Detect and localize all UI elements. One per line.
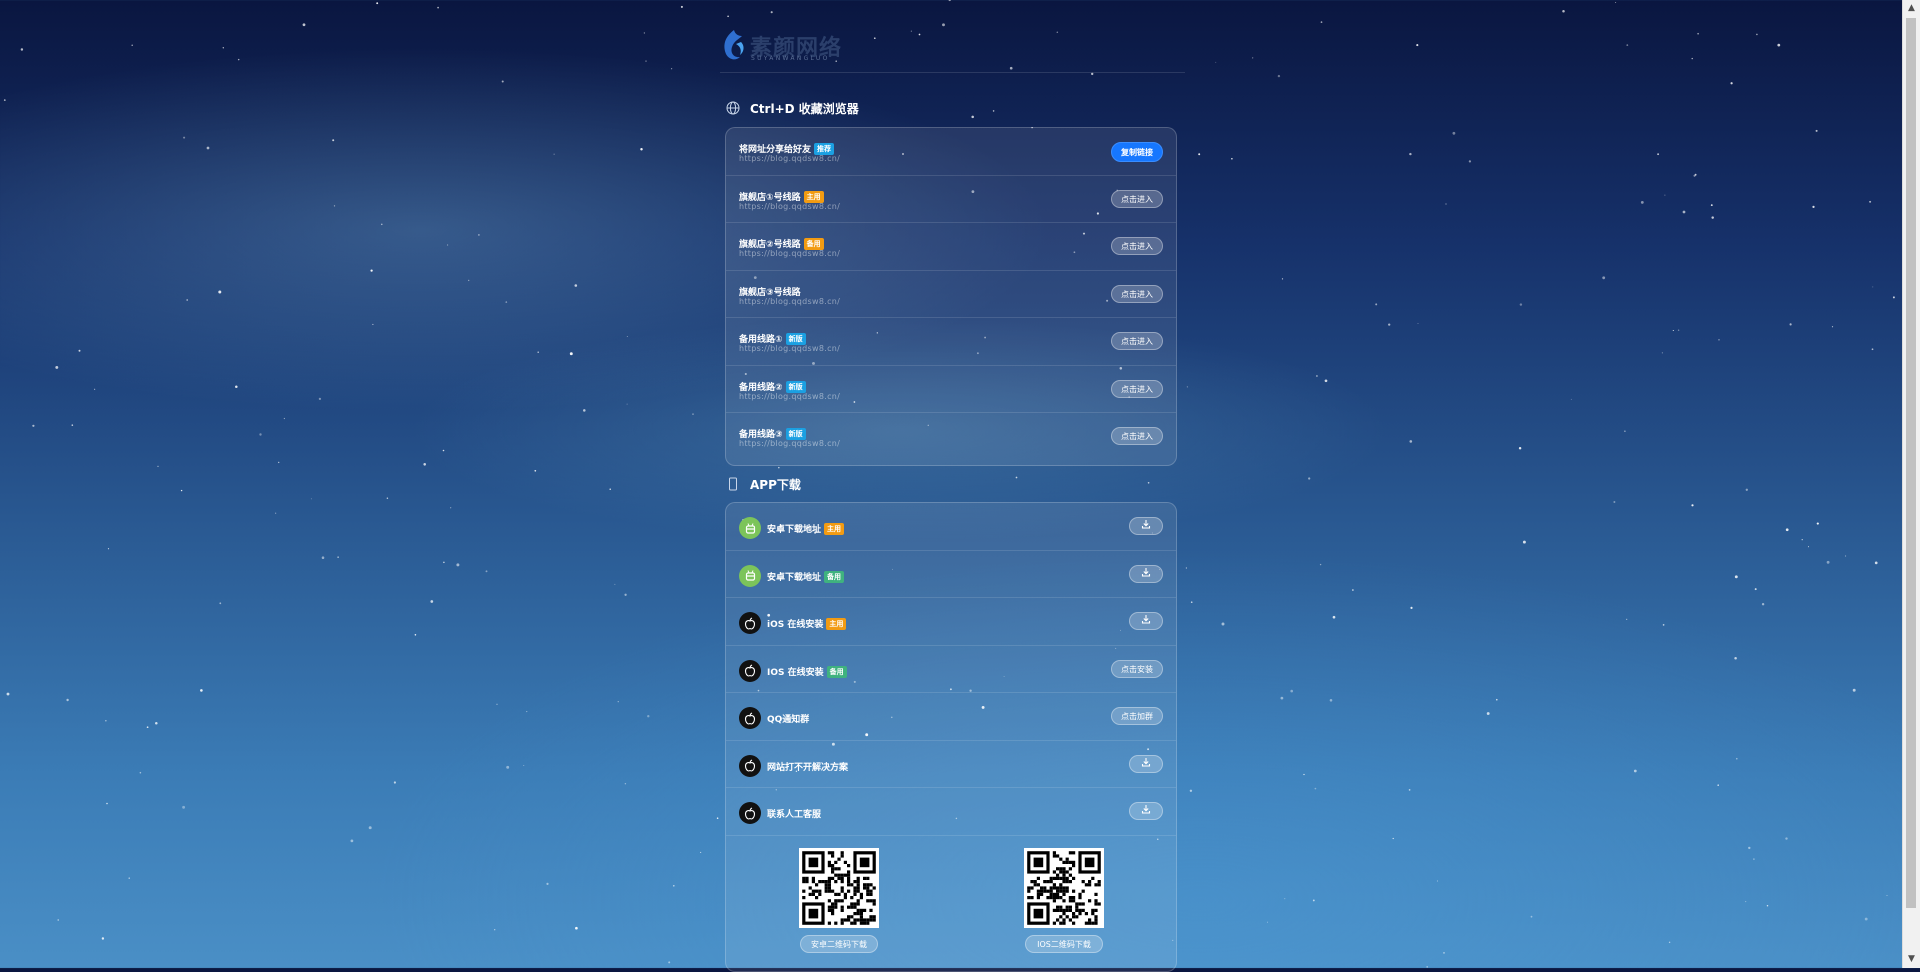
qr-code-image [1024, 847, 1104, 928]
brand-subtitle: SUYANWANGLUO [751, 55, 830, 62]
link-url[interactable]: https://blog.qqdsw8.cn/ [739, 154, 840, 163]
scrollbar-thumb[interactable] [1906, 18, 1916, 908]
qr-download-button[interactable]: IOS二维码下载 [1025, 934, 1103, 953]
header-divider [720, 72, 1185, 73]
apple-icon-badge [739, 612, 761, 634]
download-icon [1141, 757, 1151, 767]
download-icon [1141, 567, 1151, 577]
apple-icon-badge [739, 707, 761, 729]
section-label: APP下载 [750, 477, 801, 492]
app-tag-badge: 主用 [824, 523, 845, 535]
link-row: 将网址分享给好友 推荐 https://blog.qqdsw8.cn/复制链接 [726, 128, 1176, 176]
app-name-text: 网站打不开解决方案 [767, 762, 849, 773]
download-button[interactable] [1129, 612, 1163, 630]
qr-code-area: 安卓二维码下载 IOS二维码下载 [726, 836, 1176, 966]
app-row: QQ通知群 点击加群 [726, 693, 1176, 741]
app-row: IOS 在线安装 备用 点击安装 [726, 646, 1176, 693]
link-row: 备用线路③ 新版 https://blog.qqdsw8.cn/点击进入 [726, 413, 1176, 461]
apps-panel: 安卓下载地址 主用 安卓下载地址 备用 iOS 在线安装 主用 IOS 在线安装 备用 点击安装… [725, 502, 1177, 972]
app-name-text: 安卓下载地址 [767, 525, 822, 535]
android-icon-badge [739, 517, 761, 539]
download-button[interactable] [1129, 802, 1163, 820]
globe-icon [726, 101, 740, 115]
apple-icon [744, 759, 756, 772]
enter-button[interactable]: 点击进入 [1111, 237, 1163, 255]
link-url[interactable]: https://blog.qqdsw8.cn/ [739, 249, 840, 258]
app-action-button[interactable]: 点击安装 [1111, 659, 1163, 678]
apple-icon-badge [739, 754, 761, 777]
fish-logo-icon [724, 30, 744, 60]
android-icon-badge [739, 564, 761, 587]
link-url[interactable]: https://blog.qqdsw8.cn/ [739, 202, 840, 211]
app-action-button[interactable]: 点击加群 [1111, 707, 1163, 725]
scroll-up-arrow-icon[interactable]: ▲ [1903, 0, 1920, 17]
enter-button[interactable]: 点击进入 [1111, 189, 1163, 208]
app-name-text: IOS 在线安装 [767, 667, 824, 678]
qr-download-button[interactable]: 安卓二维码下载 [800, 934, 878, 953]
enter-button[interactable]: 点击进入 [1111, 332, 1163, 350]
app-name-text: iOS 在线安装 [767, 620, 824, 630]
link-url[interactable]: https://blog.qqdsw8.cn/ [739, 297, 840, 306]
link-url[interactable]: https://blog.qqdsw8.cn/ [739, 392, 840, 401]
link-row: 备用线路① 新版 https://blog.qqdsw8.cn/点击进入 [726, 318, 1176, 366]
download-button[interactable] [1129, 517, 1163, 535]
bookmark-section-title: Ctrl+D 收藏浏览器 [726, 98, 859, 118]
download-icon [1141, 615, 1151, 624]
app-section-title: APP下载 [726, 474, 801, 494]
apple-icon [744, 712, 756, 725]
android-icon [745, 522, 755, 534]
enter-button[interactable]: 点击进入 [1111, 379, 1163, 398]
download-icon [1141, 805, 1151, 814]
app-name: IOS 在线安装 备用 [767, 665, 847, 678]
scroll-down-arrow-icon[interactable]: ▼ [1903, 951, 1920, 968]
link-row: 旗舰店①号线路 主用 https://blog.qqdsw8.cn/点击进入 [726, 176, 1176, 223]
app-name-text: QQ通知群 [767, 715, 810, 725]
link-row: 旗舰店③号线路 https://blog.qqdsw8.cn/点击进入 [726, 271, 1176, 318]
links-panel: 将网址分享给好友 推荐 https://blog.qqdsw8.cn/复制链接 旗舰店… [725, 127, 1177, 466]
app-name: QQ通知群 [767, 712, 809, 725]
app-row: 网站打不开解决方案 [726, 741, 1176, 788]
app-name: 安卓下载地址 主用 [767, 522, 845, 535]
app-row: 安卓下载地址 主用 [726, 503, 1176, 551]
copy-link-button[interactable]: 复制链接 [1111, 142, 1163, 162]
enter-button[interactable]: 点击进入 [1111, 427, 1163, 445]
link-url[interactable]: https://blog.qqdsw8.cn/ [739, 439, 840, 448]
vertical-scrollbar[interactable]: ▲ ▼ [1902, 0, 1920, 968]
app-row: 安卓下载地址 备用 [726, 551, 1176, 598]
apple-icon [744, 664, 756, 677]
app-tag-badge: 主用 [826, 618, 847, 630]
app-name: 网站打不开解决方案 [767, 760, 848, 773]
app-name-text: 联系人工客服 [767, 810, 822, 820]
apple-icon-badge [739, 659, 761, 682]
app-name: 安卓下载地址 备用 [767, 570, 845, 583]
phone-icon [729, 477, 737, 491]
link-row: 备用线路② 新版 https://blog.qqdsw8.cn/点击进入 [726, 366, 1176, 413]
link-url[interactable]: https://blog.qqdsw8.cn/ [739, 344, 840, 353]
android-icon [745, 570, 755, 581]
download-button[interactable] [1129, 754, 1163, 773]
app-tag-badge: 备用 [826, 665, 847, 678]
app-name: iOS 在线安装 主用 [767, 617, 847, 630]
link-row: 旗舰店②号线路 备用 https://blog.qqdsw8.cn/点击进入 [726, 223, 1176, 271]
qr-code-image [799, 847, 879, 928]
app-name-text: 安卓下载地址 [767, 572, 822, 583]
app-row: iOS 在线安装 主用 [726, 598, 1176, 646]
enter-button[interactable]: 点击进入 [1111, 284, 1163, 303]
apple-icon [744, 807, 756, 820]
app-row: 联系人工客服 [726, 788, 1176, 836]
apple-icon [744, 617, 756, 630]
download-icon [1141, 520, 1151, 529]
app-tag-badge: 备用 [824, 570, 845, 583]
download-button[interactable] [1129, 564, 1163, 583]
apple-icon-badge [739, 802, 761, 824]
site-logo[interactable]: 素颜网络 SUYANWANGLUO [720, 26, 920, 66]
app-name: 联系人工客服 [767, 807, 821, 820]
section-label: Ctrl+D 收藏浏览器 [750, 101, 859, 116]
